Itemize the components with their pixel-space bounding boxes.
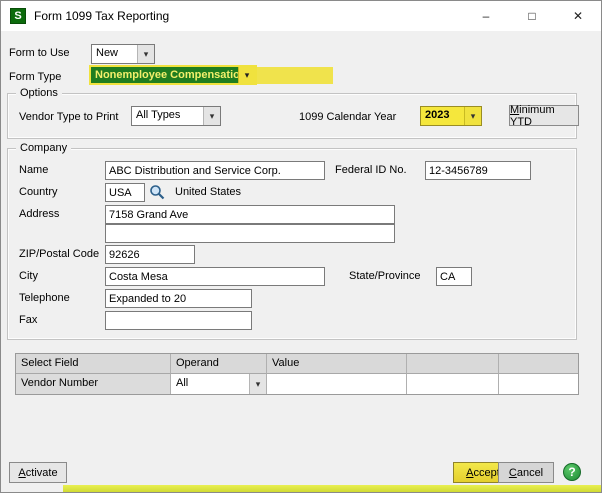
form-to-use-select[interactable]: New ▾	[91, 44, 155, 64]
dialog-window: S Form 1099 Tax Reporting – □ ✕ Form to …	[0, 0, 602, 493]
window-title: Form 1099 Tax Reporting	[34, 9, 169, 23]
company-name-field[interactable]	[105, 161, 325, 180]
form-type-select[interactable]: Nonemployee Compensation ▾	[89, 65, 257, 85]
fax-label: Fax	[19, 314, 37, 326]
address-line2-field[interactable]	[105, 224, 395, 243]
address-label: Address	[19, 208, 59, 220]
federal-id-field[interactable]	[425, 161, 531, 180]
minimize-icon: –	[483, 9, 490, 23]
cancel-mnemonic: C	[509, 467, 517, 479]
dropdown-arrow-icon: ▾	[203, 107, 220, 125]
grid-operand-value: All	[171, 374, 249, 394]
grid-cell-blank-2	[499, 374, 578, 394]
minimize-button[interactable]: –	[463, 1, 509, 31]
vendor-type-label: Vendor Type to Print	[19, 111, 118, 123]
fax-field[interactable]	[105, 311, 252, 330]
dropdown-arrow-icon: ▾	[464, 107, 481, 125]
grid-header-value: Value	[267, 354, 407, 374]
vendor-type-value: All Types	[132, 107, 203, 125]
zip-label: ZIP/Postal Code	[19, 248, 99, 260]
magnifier-icon	[148, 183, 166, 201]
close-icon: ✕	[573, 9, 583, 23]
federal-id-label: Federal ID No.	[335, 164, 407, 176]
city-field[interactable]	[105, 267, 325, 286]
telephone-field[interactable]	[105, 289, 252, 308]
grid-cell-value[interactable]	[267, 374, 407, 394]
calendar-year-select[interactable]: 2023 ▾	[420, 106, 482, 126]
highlighter-mark-bottom	[63, 485, 602, 493]
city-label: City	[19, 270, 38, 282]
highlighter-mark-form-type	[257, 67, 333, 84]
grid-operand-select[interactable]: All ▾	[171, 374, 267, 394]
help-button[interactable]: ?	[563, 463, 581, 481]
grid-header-select-field: Select Field	[16, 354, 171, 374]
form-to-use-label: Form to Use	[9, 47, 70, 59]
state-field[interactable]	[436, 267, 472, 286]
grid-header-blank-1	[407, 354, 499, 374]
minimum-ytd-mnemonic: M	[510, 104, 519, 116]
company-group-title: Company	[16, 142, 71, 154]
maximize-button[interactable]: □	[509, 1, 555, 31]
vendor-type-select[interactable]: All Types ▾	[131, 106, 221, 126]
company-name-label: Name	[19, 164, 48, 176]
grid-cell-blank-1	[407, 374, 499, 394]
grid-cell-field[interactable]: Vendor Number	[16, 374, 171, 394]
country-name-text: United States	[175, 186, 241, 198]
calendar-year-value: 2023	[421, 107, 464, 125]
maximize-icon: □	[528, 9, 535, 23]
accept-label: ccept	[474, 467, 500, 479]
country-code-field[interactable]	[105, 183, 145, 202]
grid-header-blank-2	[499, 354, 578, 374]
cancel-button[interactable]: Cancel	[498, 462, 554, 483]
dropdown-arrow-icon: ▾	[249, 374, 266, 394]
cancel-label: ancel	[517, 467, 543, 479]
dropdown-arrow-icon: ▾	[137, 45, 154, 63]
state-label: State/Province	[349, 270, 421, 282]
accept-mnemonic: A	[466, 467, 473, 479]
grid-header-operand: Operand	[171, 354, 267, 374]
window-controls: – □ ✕	[463, 1, 601, 31]
country-lookup-button[interactable]	[147, 182, 167, 202]
activate-button[interactable]: Activate	[9, 462, 67, 483]
form-to-use-value: New	[92, 45, 137, 63]
activate-mnemonic: A	[18, 467, 25, 479]
title-bar: S Form 1099 Tax Reporting – □ ✕	[1, 1, 601, 31]
minimum-ytd-button[interactable]: Minimum YTD	[509, 105, 579, 126]
calendar-year-label: 1099 Calendar Year	[299, 111, 396, 123]
dropdown-arrow-icon: ▾	[238, 67, 255, 83]
form-type-label: Form Type	[9, 71, 61, 83]
close-button[interactable]: ✕	[555, 1, 601, 31]
help-icon: ?	[568, 465, 575, 479]
telephone-label: Telephone	[19, 292, 70, 304]
app-icon: S	[10, 8, 26, 24]
filter-grid: Select Field Operand Value Vendor Number…	[15, 353, 579, 395]
options-group-title: Options	[16, 87, 62, 99]
grid-data-row[interactable]: Vendor Number All ▾	[16, 374, 578, 394]
form-type-value: Nonemployee Compensation	[91, 67, 238, 83]
zip-field[interactable]	[105, 245, 195, 264]
activate-label: ctivate	[26, 467, 58, 479]
country-label: Country	[19, 186, 58, 198]
grid-header-row: Select Field Operand Value	[16, 354, 578, 374]
address-line1-field[interactable]	[105, 205, 395, 224]
